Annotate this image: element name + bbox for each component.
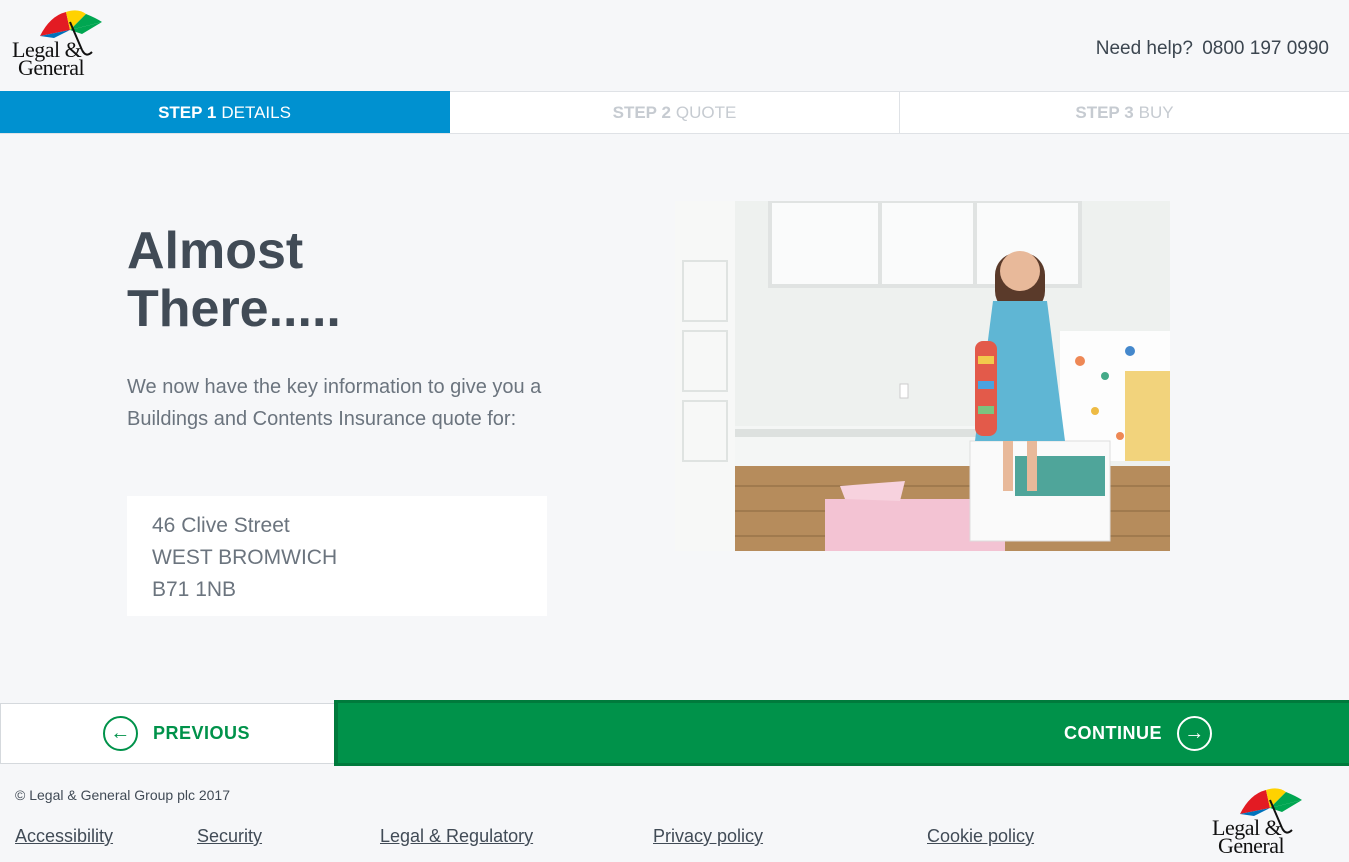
help-label: Need help? <box>1095 38 1193 59</box>
arrow-left-icon: ← <box>103 716 138 751</box>
step-number: STEP 3 <box>1075 102 1134 122</box>
help-contact: Need help? 0800 197 0990 <box>1092 38 1329 60</box>
title-line2: There..... <box>127 280 341 338</box>
step-details[interactable]: STEP 1 DETAILS <box>0 91 450 133</box>
arrow-right-icon: → <box>1177 715 1212 751</box>
previous-label: PREVIOUS <box>153 723 251 743</box>
page-title: Almost There..... <box>127 222 507 338</box>
step-buy: STEP 3 BUY <box>900 91 1349 133</box>
footer-logo[interactable]: Legal & General <box>1210 786 1305 858</box>
legal-regulatory-link[interactable]: Legal & Regulatory <box>380 826 533 847</box>
step-label: QUOTE <box>675 102 737 122</box>
hero-image <box>675 201 1170 551</box>
header: Legal & General Need help? 0800 197 0990 <box>0 0 1349 90</box>
previous-button[interactable]: ← PREVIOUS <box>0 703 336 764</box>
continue-button[interactable]: CONTINUE → <box>334 700 1349 766</box>
legal-general-logo[interactable]: Legal & General <box>10 8 105 80</box>
cookie-policy-link[interactable]: Cookie policy <box>927 826 1034 847</box>
step-number: STEP 1 <box>158 102 217 122</box>
address-line2: WEST BROMWICH <box>152 546 338 569</box>
logo-text-line2: General <box>18 55 85 80</box>
nav-bar: ← PREVIOUS CONTINUE → <box>0 700 1349 766</box>
address-line1: 46 Clive Street <box>152 514 290 537</box>
progress-steps: STEP 1 DETAILS STEP 2 QUOTE STEP 3 BUY <box>0 91 1349 134</box>
copyright-text: © Legal & General Group plc 2017 <box>15 787 231 803</box>
continue-label: CONTINUE <box>1064 722 1162 743</box>
step-label: BUY <box>1138 102 1174 122</box>
security-link[interactable]: Security <box>197 826 262 847</box>
privacy-policy-link[interactable]: Privacy policy <box>653 826 763 847</box>
address-box: 46 Clive Street WEST BROMWICH B71 1NB <box>127 496 547 616</box>
address-postcode: B71 1NB <box>152 578 237 601</box>
step-number: STEP 2 <box>612 102 671 122</box>
intro-text: We now have the key information to give … <box>127 376 542 430</box>
help-phone[interactable]: 0800 197 0990 <box>1202 38 1329 59</box>
title-line1: Almost <box>127 222 304 280</box>
logo-text-line2: General <box>1218 833 1285 858</box>
step-label: DETAILS <box>221 102 291 122</box>
accessibility-link[interactable]: Accessibility <box>15 826 113 847</box>
step-quote: STEP 2 QUOTE <box>450 91 900 133</box>
